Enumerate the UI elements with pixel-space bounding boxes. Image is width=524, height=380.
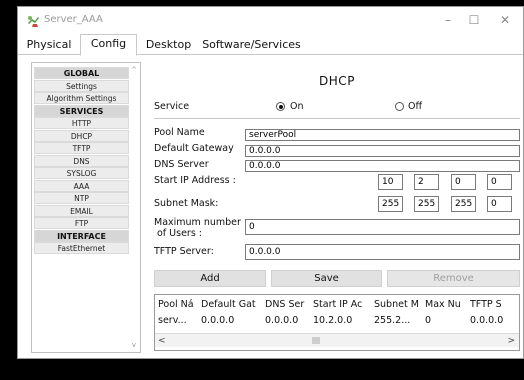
sidebar-header-global: GLOBAL (34, 67, 129, 79)
config-sidebar: GLOBAL Settings Algorithm Settings SERVI… (31, 62, 141, 353)
start-ip-octet-1[interactable]: 10 (378, 174, 403, 190)
table-header[interactable]: DNS Ser (265, 299, 311, 310)
scrollbar-thumb[interactable] (312, 337, 320, 344)
pool-table: Pool Ná Default Gat DNS Ser Start IP Ac … (154, 294, 520, 351)
max-users-field[interactable]: 0 (245, 219, 520, 235)
scroll-right-icon[interactable]: > (507, 334, 515, 348)
sidebar-item-dns[interactable]: DNS (34, 154, 129, 167)
dns-server-label: DNS Server (154, 159, 209, 170)
server-app-icon (28, 16, 39, 27)
table-cell[interactable]: 255.2... (374, 315, 422, 326)
add-button[interactable]: Add (154, 270, 266, 287)
divider (154, 118, 520, 119)
subnet-mask-octet-2[interactable]: 255 (414, 196, 439, 212)
sidebar-item-tftp[interactable]: TFTP (34, 142, 129, 154)
tab-software-services[interactable]: Software/Services (199, 36, 304, 55)
scroll-down-icon[interactable]: v (130, 341, 138, 349)
sidebar-scrollbar[interactable]: ^ v (129, 64, 139, 351)
pool-name-field[interactable]: serverPool (245, 129, 520, 141)
minimize-button[interactable]: – (434, 10, 462, 30)
subnet-mask-octet-3[interactable]: 255 (451, 196, 476, 212)
config-sidebar-list: GLOBAL Settings Algorithm Settings SERVI… (34, 67, 129, 255)
service-off-label: Off (408, 101, 423, 112)
tftp-server-field[interactable]: 0.0.0.0 (245, 244, 520, 260)
scroll-up-icon[interactable]: ^ (130, 66, 138, 74)
service-on-radio[interactable] (276, 102, 285, 111)
table-header[interactable]: Pool Ná (158, 299, 199, 310)
service-on-label: On (290, 101, 304, 112)
service-label: Service (154, 101, 190, 112)
sidebar-item-syslog[interactable]: SYSLOG (34, 167, 129, 179)
table-horizontal-scrollbar[interactable]: < > (155, 333, 519, 347)
sidebar-item-algorithm-settings[interactable]: Algorithm Settings (34, 92, 129, 104)
server-config-window: Server_AAA – ☐ ✕ Physical Config Desktop… (17, 6, 524, 359)
table-cell[interactable]: serv... (158, 315, 199, 326)
max-users-label: Maximum number (154, 217, 241, 228)
scroll-left-icon[interactable]: < (158, 334, 166, 348)
maximize-button[interactable]: ☐ (460, 10, 488, 30)
sidebar-header-interface: INTERFACE (34, 229, 129, 242)
start-ip-octet-2[interactable]: 2 (414, 174, 439, 190)
service-off-radio[interactable] (395, 102, 404, 111)
window-title: Server_AAA (44, 14, 103, 25)
sidebar-item-aaa[interactable]: AAA (34, 179, 129, 192)
table-header[interactable]: Default Gat (201, 299, 263, 310)
save-button[interactable]: Save (271, 270, 382, 287)
sidebar-item-ftp[interactable]: FTP (34, 217, 129, 229)
pool-name-label: Pool Name (154, 127, 205, 138)
sidebar-item-settings[interactable]: Settings (34, 79, 129, 92)
subnet-mask-octet-1[interactable]: 255 (378, 196, 403, 212)
default-gateway-label: Default Gateway (154, 143, 234, 154)
table-header[interactable]: Max Nu (425, 299, 468, 310)
title-bar: Server_AAA – ☐ ✕ (18, 7, 523, 34)
sidebar-item-http[interactable]: HTTP (34, 117, 129, 129)
tab-desktop[interactable]: Desktop (141, 36, 196, 55)
dns-server-field[interactable]: 0.0.0.0 (245, 160, 520, 172)
table-header[interactable]: Start IP Ac (313, 299, 371, 310)
table-cell[interactable]: 0.0.0.0 (201, 315, 263, 326)
tab-config[interactable]: Config (80, 34, 137, 56)
table-cell[interactable]: 0 (425, 315, 468, 326)
tab-bar: Physical Config Desktop Software/Service… (18, 34, 523, 56)
start-ip-octet-3[interactable]: 0 (451, 174, 476, 190)
sidebar-item-email[interactable]: EMAIL (34, 204, 129, 217)
table-header[interactable]: TFTP S (470, 299, 518, 310)
sidebar-header-services: SERVICES (34, 104, 129, 117)
start-ip-label: Start IP Address : (154, 175, 236, 186)
sidebar-item-ntp[interactable]: NTP (34, 192, 129, 204)
table-cell[interactable]: 0.0.0.0 (265, 315, 311, 326)
default-gateway-field[interactable]: 0.0.0.0 (245, 145, 520, 157)
start-ip-octet-4[interactable]: 0 (487, 174, 512, 190)
tab-physical[interactable]: Physical (21, 36, 77, 55)
subnet-mask-label: Subnet Mask: (154, 198, 219, 209)
remove-button[interactable]: Remove (387, 270, 520, 287)
page-title: DHCP (319, 74, 355, 88)
table-cell[interactable]: 10.2.0.0 (313, 315, 371, 326)
max-users-label-2: of Users : (157, 228, 202, 239)
sidebar-item-fastethernet[interactable]: FastEthernet (34, 242, 129, 254)
close-button[interactable]: ✕ (491, 10, 519, 30)
dhcp-panel: DHCP Service On Off Pool Name serverPool… (149, 62, 524, 353)
table-header[interactable]: Subnet M (374, 299, 422, 310)
tftp-server-label: TFTP Server: (154, 246, 214, 257)
table-cell[interactable]: 0.0.0.0 (470, 315, 518, 326)
sidebar-item-dhcp[interactable]: DHCP (34, 129, 129, 142)
subnet-mask-octet-4[interactable]: 0 (487, 196, 512, 212)
